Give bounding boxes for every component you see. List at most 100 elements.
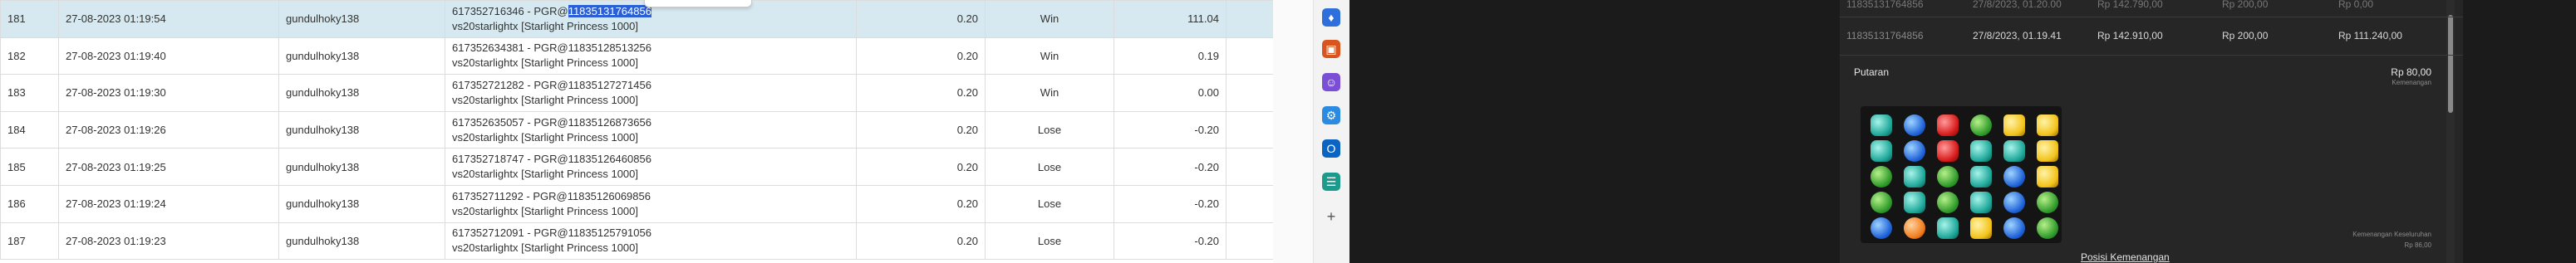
row-result: Win [985,0,1114,38]
row-game: vs20starlightx [Starlight Princess 1000] [452,56,638,70]
history-id: 11835131764856 [1846,0,1924,10]
blue-gem-icon [2003,217,2025,239]
row-number: 181 [0,0,59,38]
teal-gem-icon [1970,166,1992,188]
ref-text: 617352718747 - PGR@11835126460856 [452,153,651,166]
yellow-gem-icon [1970,217,1992,239]
row-win-amount: 111.04 [1113,0,1227,38]
history-win: Rp 111.240,00 [2338,30,2402,41]
row-username: gundulhoky138 [278,148,445,186]
row-number: 186 [0,184,59,223]
green-gem-icon [1871,166,1892,188]
yellow-gem-icon [2037,166,2058,188]
row-reference: 617352634381 - PGR@11835128513256 [452,41,849,56]
row-description: 617352718747 - PGR@11835126460856 vs20sta… [445,148,857,186]
row-result: Win [985,74,1114,112]
row-bet: 0.20 [856,110,986,149]
row-datetime: 27-08-2023 01:19:25 [58,148,279,186]
red-gem-icon [1937,140,1959,162]
blue-gem-icon [2003,192,2025,213]
blue-gem-icon [2003,166,2025,188]
yellow-gem-icon [2037,114,2058,136]
history-row[interactable]: 11835131764856 27/8/2023, 01.19.41 Rp 14… [1840,20,2463,53]
blue-gem-icon [1904,140,1925,162]
row-bet: 0.20 [856,222,986,261]
row-bet: 0.20 [856,0,986,38]
history-bet: Rp 142.910,00 [2097,30,2163,41]
row-win-amount: -0.20 [1113,148,1227,186]
plus-icon[interactable]: + [1322,207,1340,226]
symbol-grid [1861,106,2062,243]
teal-gem-icon [1970,140,1992,162]
transaction-table: 181 27-08-2023 01:19:54 gundulhoky138 61735… [0,0,1314,263]
table-row[interactable]: 185 27-08-2023 01:19:25 gundulhoky138 61735… [0,148,1314,186]
row-result: Lose [985,184,1114,223]
green-gem-icon [1871,192,1892,213]
row-result: Win [985,37,1114,75]
ref-text: 617352712091 - PGR@11835125791056 [452,226,651,240]
row-result: Lose [985,110,1114,149]
history-date: 27/8/2023, 01.19.41 [1973,30,2062,41]
yellow-gem-icon [2037,140,2058,162]
ref-text: 617352711292 - PGR@11835126069856 [452,189,651,202]
total-win-amount: Rp 86,00 [2404,241,2431,249]
row-username: gundulhoky138 [278,110,445,149]
history-date: 27/8/2023, 01.20.00 [1973,0,2062,10]
row-bet: 0.20 [856,184,986,223]
table-row[interactable]: 184 27-08-2023 01:19:26 gundulhoky138 61735… [0,110,1314,149]
gear-icon[interactable]: ⚙ [1322,106,1340,124]
divider [1840,55,2463,56]
row-win-amount: -0.20 [1113,110,1227,149]
teal-gem-icon [1904,192,1925,213]
row-username: gundulhoky138 [278,184,445,223]
row-game: vs20starlightx [Starlight Princess 1000] [452,241,638,255]
table-row[interactable]: 182 27-08-2023 01:19:40 gundulhoky138 61735… [0,37,1314,75]
history-row-faded[interactable]: 11835131764856 27/8/2023, 01.20.00 Rp 14… [1840,0,2463,22]
history-stake: Rp 200,00 [2222,30,2269,41]
row-result: Lose [985,148,1114,186]
ref-selected-text[interactable]: 11835131764856 [568,4,651,17]
row-number: 184 [0,110,59,149]
blue-gem-icon [1904,114,1925,136]
row-bet: 0.20 [856,37,986,75]
row-datetime: 27-08-2023 01:19:26 [58,110,279,149]
yellow-gem-icon [2003,114,2025,136]
green-gem-icon [1970,114,1992,136]
blue-gem-icon [1871,217,1892,239]
row-game: vs20starlightx [Starlight Princess 1000] [452,130,638,144]
ref-text: 617352721282 - PGR@11835127271456 [452,78,651,91]
row-description: 617352721282 - PGR@11835127271456 vs20sta… [445,74,857,112]
row-win-amount: 0.00 [1113,74,1227,112]
table-row[interactable]: 187 27-08-2023 01:19:23 gundulhoky138 61735… [0,222,1314,261]
green-gem-icon [1937,192,1959,213]
table-row[interactable]: 183 27-08-2023 01:19:30 gundulhoky138 61735… [0,74,1314,112]
ref-text: 617352635057 - PGR@11835126873656 [452,115,651,129]
row-reference: 617352711292 - PGR@11835126069856 [452,189,849,204]
orange-gem-icon [1904,217,1925,239]
row-datetime: 27-08-2023 01:19:54 [58,0,279,38]
row-number: 185 [0,148,59,186]
browser-sidebar: ♦ ▣ ☺ ⚙ O ☰ + [1313,0,1350,263]
history-stake: Rp 200,00 [2222,0,2269,10]
row-game: vs20starlightx [Starlight Princess 1000] [452,19,638,32]
cart-icon[interactable]: ☰ [1322,173,1340,191]
game-history-panel: 11835131764856 27/8/2023, 01.20.00 Rp 14… [1349,0,2576,263]
people-icon[interactable]: ☺ [1322,73,1340,91]
toolbox-icon[interactable]: ▣ [1322,40,1340,58]
row-datetime: 27-08-2023 01:19:24 [58,184,279,223]
outlook-icon[interactable]: O [1322,139,1340,158]
tag-icon[interactable]: ♦ [1322,8,1340,27]
history-id: 11835131764856 [1846,30,1924,41]
row-username: gundulhoky138 [278,222,445,261]
winning-position-link[interactable]: Posisi Kemenangan [2081,251,2170,263]
transaction-table-grid: 181 27-08-2023 01:19:54 gundulhoky138 61735… [0,0,1314,261]
spin-title: Putaran [1854,66,1890,78]
row-username: gundulhoky138 [278,74,445,112]
teal-gem-icon [1970,192,1992,213]
green-gem-icon [2037,192,2058,213]
row-reference: 617352712091 - PGR@11835125791056 [452,226,849,241]
table-row[interactable]: 186 27-08-2023 01:19:24 gundulhoky138 61735… [0,184,1314,223]
row-datetime: 27-08-2023 01:19:30 [58,74,279,112]
teal-gem-icon [2003,140,2025,162]
total-win-label: Kemenangan Keseluruhan [2352,231,2431,238]
